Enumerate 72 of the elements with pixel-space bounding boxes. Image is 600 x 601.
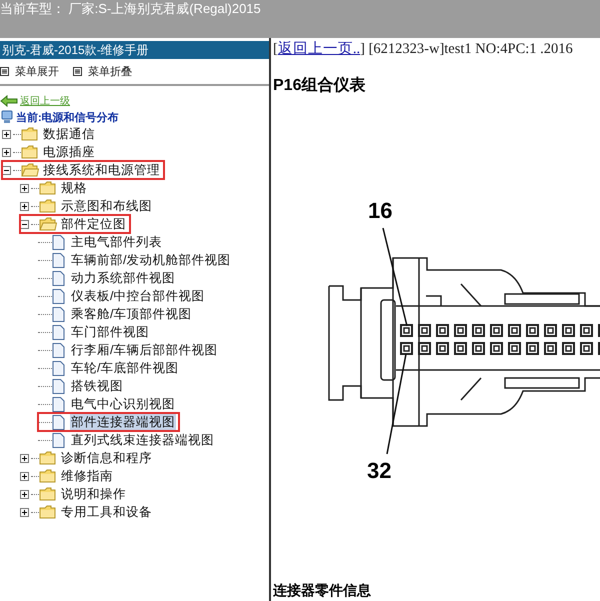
- document-icon: [52, 306, 65, 322]
- tree-item[interactable]: 说明和操作: [60, 486, 127, 502]
- expand-toggle-icon[interactable]: [2, 130, 11, 138]
- expand-toggle-icon[interactable]: [20, 202, 29, 210]
- tree-item[interactable]: 专用工具和设备: [60, 504, 153, 520]
- folder-icon: [21, 127, 39, 141]
- document-icon: [52, 234, 65, 250]
- tree-item[interactable]: 维修指南: [60, 468, 114, 484]
- document-info: [6212323-w]test1 NO:4PC:1 .2016: [368, 41, 573, 57]
- folder-icon: [39, 469, 57, 483]
- folder-icon: [21, 145, 39, 159]
- document-icon: [52, 432, 65, 448]
- document-icon: [52, 342, 65, 358]
- tree-item[interactable]: 接线系统和电源管理: [42, 162, 161, 178]
- tree-item[interactable]: 搭铁视图: [70, 378, 124, 394]
- tree-item[interactable]: 诊断信息和程序: [60, 450, 153, 466]
- folder-icon: [39, 487, 57, 501]
- folder-icon: [39, 451, 57, 465]
- page-heading: P16组合仪表: [273, 76, 366, 96]
- tree-item[interactable]: 车辆前部/发动机舱部件视图: [70, 252, 232, 268]
- tree-item[interactable]: 部件定位图: [60, 216, 127, 232]
- expand-toggle-icon[interactable]: [20, 508, 29, 516]
- document-icon: [52, 414, 65, 430]
- menu-action-link[interactable]: 菜单展开: [15, 64, 59, 78]
- document-icon: [52, 396, 65, 412]
- tree-item[interactable]: 仪表板/中控台部件视图: [70, 288, 206, 304]
- tree-item[interactable]: 数据通信: [42, 126, 96, 142]
- document-icon: [52, 360, 65, 376]
- folder-icon: [39, 181, 57, 195]
- document-icon: [52, 252, 65, 268]
- tree-item[interactable]: 直列式线束连接器端视图: [70, 432, 215, 448]
- folder-icon: [39, 199, 57, 213]
- document-icon: [52, 324, 65, 340]
- pin-number-label: 16: [368, 198, 392, 223]
- vehicle-model-title: 当前车型： 厂家:S-上海别克君威(Regal)2015: [0, 0, 261, 18]
- bracket: ]: [360, 41, 365, 57]
- expand-toggle-icon[interactable]: [20, 184, 29, 192]
- collapse-toggle-icon[interactable]: [20, 220, 29, 228]
- open-folder-icon: [39, 217, 57, 231]
- collapse-toggle-icon[interactable]: [2, 166, 11, 174]
- document-icon: [52, 378, 65, 394]
- tree-item[interactable]: 示意图和布线图: [60, 198, 153, 214]
- tree-item[interactable]: 车门部件视图: [70, 324, 150, 340]
- menu-action-link[interactable]: 菜单折叠: [88, 64, 132, 78]
- back-arrow-icon: [0, 95, 18, 107]
- manual-title: 别克-君威-2015款-维修手册: [0, 41, 269, 59]
- tree-item[interactable]: 电气中心识别视图: [70, 396, 176, 412]
- tree-item[interactable]: 动力系统部件视图: [70, 270, 176, 286]
- tree-item[interactable]: 电源插座: [42, 144, 96, 160]
- back-link[interactable]: 返回上一级: [20, 94, 70, 108]
- menu-list-icon: [0, 66, 9, 76]
- folder-icon: [39, 505, 57, 519]
- computer-icon: [0, 110, 14, 124]
- tree-item[interactable]: 车轮/车底部件视图: [70, 360, 180, 376]
- tree-item[interactable]: 部件连接器端视图: [70, 414, 176, 430]
- current-location: 当前:电源和信号分布: [16, 110, 119, 124]
- tree-item[interactable]: 规格: [60, 180, 88, 196]
- open-folder-icon: [21, 163, 39, 177]
- expand-toggle-icon[interactable]: [20, 490, 29, 498]
- pin-number-label: 32: [367, 458, 392, 483]
- tree-item[interactable]: 乘客舱/车顶部件视图: [70, 306, 192, 322]
- document-icon: [52, 288, 65, 304]
- expand-toggle-icon[interactable]: [20, 454, 29, 462]
- tree-item[interactable]: 行李厢/车辆后部部件视图: [70, 342, 218, 358]
- expand-toggle-icon[interactable]: [20, 472, 29, 480]
- bracket: [: [273, 41, 278, 57]
- menu-list-icon: [73, 66, 82, 76]
- tree-item[interactable]: 主电气部件列表: [70, 234, 163, 250]
- document-icon: [52, 270, 65, 286]
- back-page-link[interactable]: 返回上一页..: [278, 41, 360, 57]
- section-heading: 连接器零件信息: [273, 582, 372, 600]
- expand-toggle-icon[interactable]: [2, 148, 11, 156]
